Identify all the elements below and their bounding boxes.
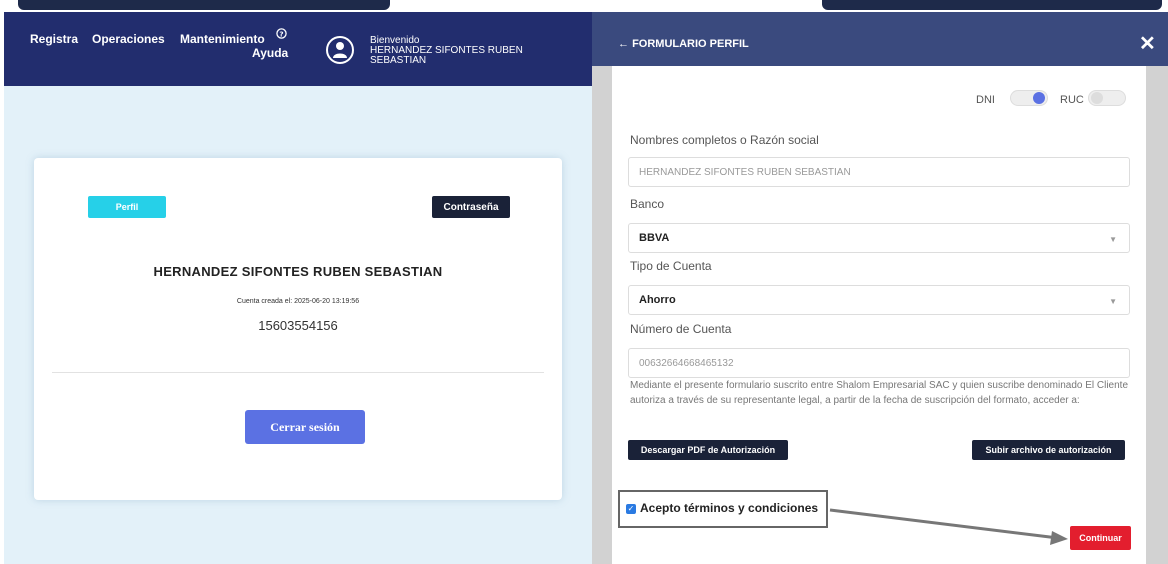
help-label: Ayuda [252, 46, 289, 60]
nav-item-operaciones[interactable]: Operaciones [92, 32, 165, 46]
top-bar-right [822, 0, 1162, 10]
panel-header: ← FORMULARIO PERFIL ✕ [592, 12, 1168, 66]
profile-card: Perfil Contraseña HERNANDEZ SIFONTES RUB… [34, 158, 562, 500]
profile-form-panel: ← FORMULARIO PERFIL ✕ DNI RUC Nombres co… [592, 12, 1168, 564]
top-strip [0, 0, 1168, 12]
svg-text:?: ? [279, 29, 283, 38]
user-icon [333, 42, 347, 58]
continue-button[interactable]: Continuar [1070, 526, 1131, 550]
profile-name: HERNANDEZ SIFONTES RUBEN SEBASTIAN [153, 264, 443, 279]
nav-item-registra[interactable]: Registra [30, 32, 78, 46]
help-menu[interactable]: ? Ayuda [252, 28, 292, 60]
help-icon: ? [276, 28, 292, 42]
profile-form: DNI RUC Nombres completos o Razón social… [612, 66, 1146, 564]
welcome-block: Bienvenido HERNANDEZ SIFONTES RUBEN SEBA… [370, 36, 560, 66]
welcome-user-name: HERNANDEZ SIFONTES RUBEN SEBASTIAN [370, 45, 523, 66]
top-bar-left [18, 0, 390, 10]
annotation-arrow [829, 508, 1068, 545]
account-created-date: Cuenta creada el: 2025-06-20 13:19:56 [236, 298, 360, 305]
logout-button[interactable]: Cerrar sesión [245, 410, 365, 444]
profile-phone: 15603554156 [258, 318, 338, 333]
panel-title-text: FORMULARIO PERFIL [632, 38, 749, 50]
password-button[interactable]: Contraseña [432, 196, 510, 218]
app-background: Registra Operaciones Mantenimiento ? Ayu… [4, 12, 592, 564]
close-icon[interactable]: ✕ [1139, 31, 1156, 56]
avatar[interactable] [326, 36, 354, 64]
card-divider [52, 372, 544, 373]
perfil-button[interactable]: Perfil [88, 196, 166, 218]
navbar: Registra Operaciones Mantenimiento ? Ayu… [4, 12, 592, 86]
panel-title[interactable]: ← FORMULARIO PERFIL [618, 38, 749, 50]
